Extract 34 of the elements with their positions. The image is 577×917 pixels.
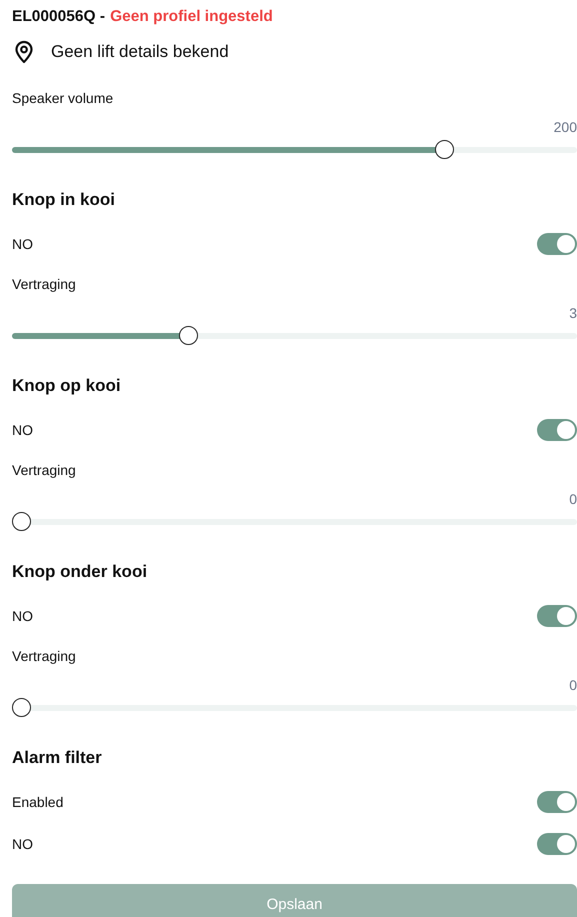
slider[interactable] (12, 511, 577, 533)
section-heading: Alarm filter (12, 747, 103, 769)
toggle-label: NO (12, 607, 33, 626)
toggle-label: NO (12, 835, 33, 854)
slider-thumb[interactable] (12, 512, 31, 531)
slider-label: Speaker volume (12, 89, 114, 108)
slider[interactable] (12, 139, 577, 161)
slider-value: 200 (554, 118, 577, 137)
toggle-label: NO (12, 421, 33, 440)
slider-value: 3 (569, 304, 577, 323)
section-heading: Knop onder kooi (12, 561, 148, 583)
toggle-switch[interactable] (537, 791, 577, 813)
slider[interactable] (12, 697, 577, 719)
toggle-switch[interactable] (537, 605, 577, 627)
toggle-label: NO (12, 235, 33, 254)
toggle-switch[interactable] (537, 233, 577, 255)
slider-label: Vertraging (12, 647, 77, 666)
slider-label: Vertraging (12, 275, 77, 294)
device-id: EL000056Q - (12, 7, 106, 27)
toggle-label: Enabled (12, 793, 64, 812)
slider-thumb[interactable] (12, 698, 31, 717)
slider-value: 0 (569, 490, 577, 509)
toggle-switch[interactable] (537, 419, 577, 441)
slider-value: 0 (569, 676, 577, 695)
profile-status: Geen profiel ingesteld (110, 7, 273, 27)
slider[interactable] (12, 325, 577, 347)
toggle-switch[interactable] (537, 833, 577, 855)
slider-thumb[interactable] (178, 326, 198, 345)
slider-thumb[interactable] (435, 140, 454, 159)
location-text: Geen lift details bekend (51, 42, 229, 62)
slider-label: Vertraging (12, 461, 77, 480)
location-pin-icon (14, 40, 34, 64)
section-heading: Knop op kooi (12, 375, 122, 397)
section-heading: Knop in kooi (12, 189, 116, 211)
